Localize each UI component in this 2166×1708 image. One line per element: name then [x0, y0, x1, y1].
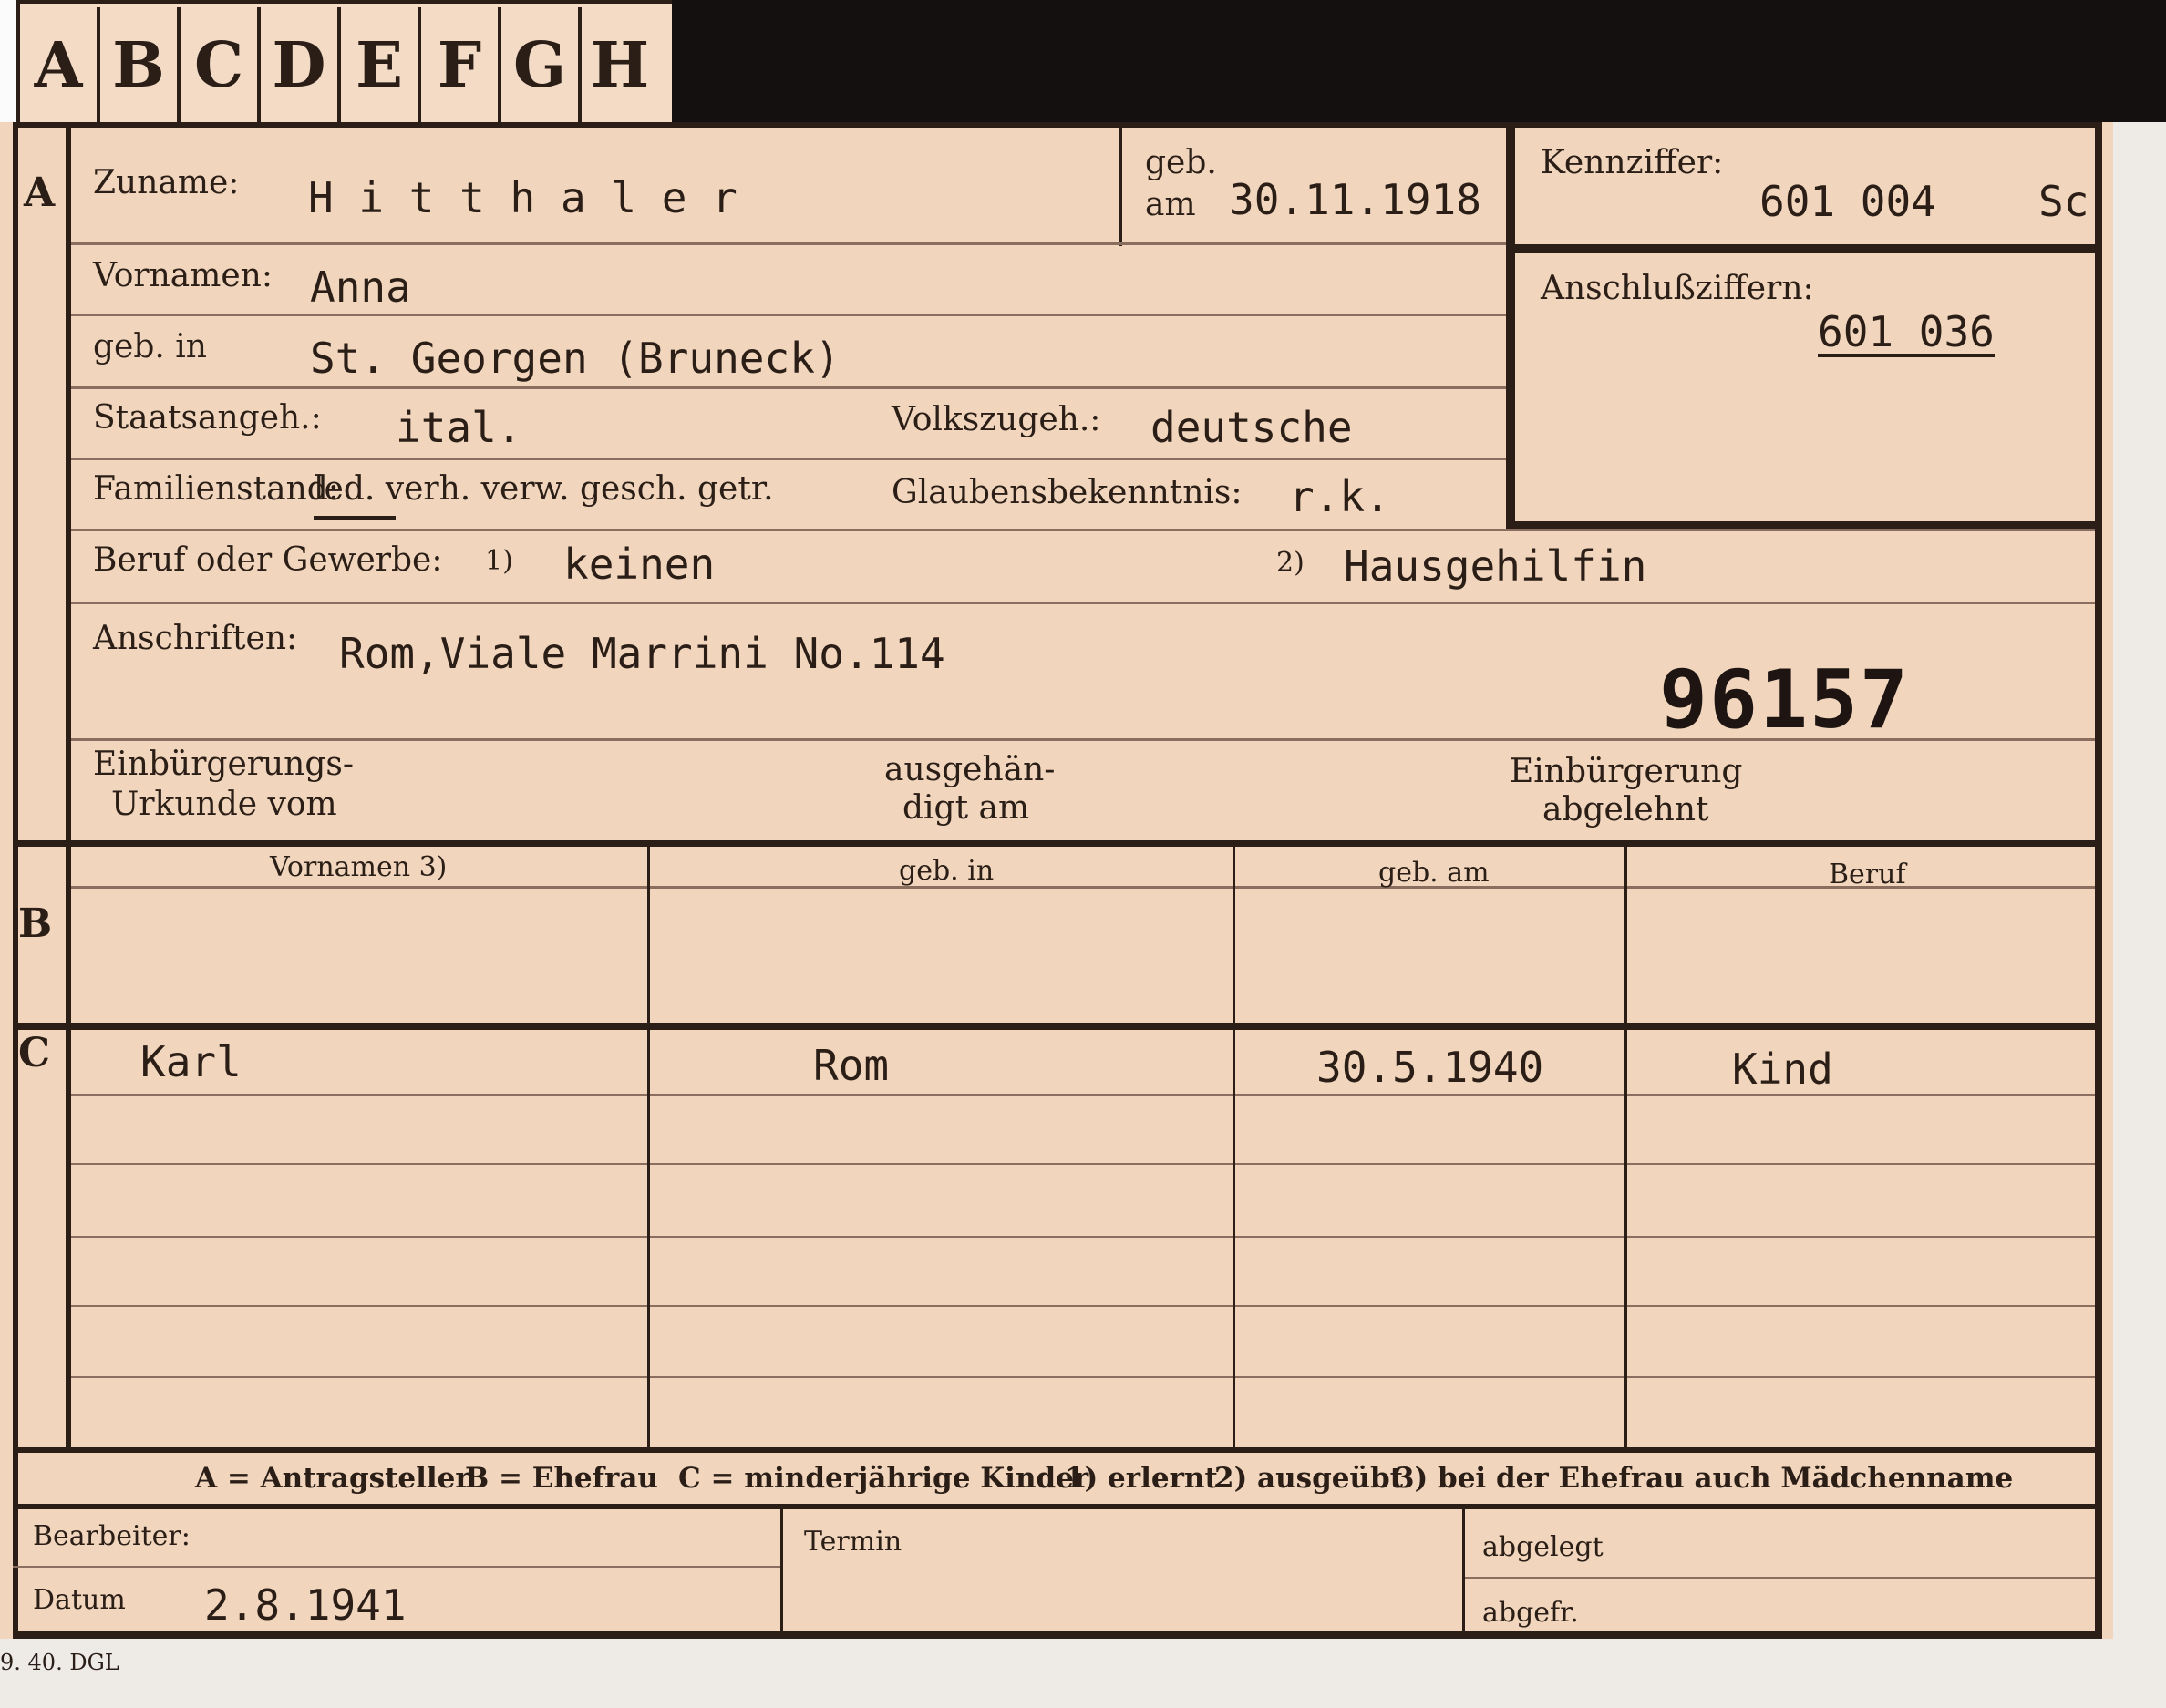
child-birth-date: 30.5.1940: [1316, 1043, 1544, 1092]
legend-note-2: 2) ausgeübt: [1214, 1462, 1404, 1495]
abgefr-label: abgefr.: [1482, 1597, 1579, 1629]
section-b-marker: B: [18, 900, 53, 947]
religion-value: r.k.: [1289, 472, 1390, 521]
tab-g[interactable]: G: [501, 7, 582, 124]
right-margin: [2113, 122, 2166, 1708]
rejected-label-2: abgelehnt: [1542, 791, 1709, 828]
first-names-label: Vornamen:: [93, 257, 273, 294]
legend-children: C = minderjährige Kinder: [678, 1462, 1089, 1495]
legend-note-3: 3) bei der Ehefrau auch Mädchenname: [1395, 1462, 2014, 1495]
col-header-first-names: Vornamen 3): [270, 851, 448, 883]
birthplace-label: geb. in: [93, 328, 207, 365]
surname-value: H i t t h a l e r: [308, 173, 737, 222]
clerk-label: Bearbeiter:: [33, 1520, 191, 1552]
birth-date-label-1: geb.: [1145, 144, 1217, 181]
section-c-marker: C: [18, 1030, 51, 1076]
tab-c[interactable]: C: [180, 7, 261, 124]
address-label: Anschriften:: [93, 620, 298, 657]
stamp-number: 96157: [1659, 653, 1910, 746]
legend-applicant: A = Antragsteller: [195, 1462, 470, 1495]
top-dark-bar: [672, 0, 2166, 122]
occupation-practiced-value: Hausgehilfin: [1344, 541, 1647, 591]
occupation-mark-1: 1): [485, 545, 513, 577]
birth-date-value: 30.11.1918: [1229, 175, 1481, 224]
section-a-marker: A: [24, 170, 56, 216]
citizenship-label: Staatsangeh.:: [93, 399, 322, 437]
tab-a[interactable]: A: [20, 7, 100, 124]
first-names-value: Anna: [310, 262, 411, 312]
legend-wife: B = Ehefrau: [465, 1462, 658, 1495]
surname-label: Zuname:: [93, 164, 240, 201]
id-value: 601 004: [1759, 177, 1936, 226]
tab-e[interactable]: E: [341, 7, 421, 124]
child-occupation: Kind: [1732, 1044, 1833, 1094]
occupation-label: Beruf oder Gewerbe:: [93, 541, 443, 579]
citizenship-value: ital.: [396, 403, 522, 452]
deadline-label: Termin: [804, 1526, 902, 1558]
handed-over-label-2: digt am: [902, 789, 1030, 827]
child-first-name: Karl: [140, 1037, 242, 1086]
birthplace-value: St. Georgen (Bruneck): [310, 334, 841, 383]
occupation-mark-2: 2): [1276, 547, 1305, 579]
marital-selected-underline: [314, 516, 396, 520]
linked-ids-label: Anschlußziffern:: [1541, 270, 1814, 307]
tab-bar: A B C D E F G H: [16, 0, 676, 126]
ethnicity-label: Volkszugeh.:: [892, 401, 1101, 438]
child-birthplace: Rom: [813, 1041, 890, 1090]
printer-code: 9. 40. DGL: [0, 1650, 119, 1675]
bottom-margin: [0, 1639, 2166, 1708]
birth-date-label-2: am: [1145, 186, 1196, 223]
legend-note-1: 1) erlernt: [1065, 1462, 1218, 1495]
tab-b[interactable]: B: [100, 7, 180, 124]
tab-d[interactable]: D: [261, 7, 341, 124]
naturalization-label-1: Einbürgerungs-: [93, 746, 355, 783]
address-value: Rom,Viale Marrini No.114: [339, 629, 945, 678]
tab-f[interactable]: F: [421, 7, 501, 124]
rejected-label-1: Einbürgerung: [1510, 753, 1743, 790]
col-header-occupation: Beruf: [1829, 859, 1906, 890]
filed-label: abgelegt: [1482, 1531, 1604, 1563]
col-header-birthplace: geb. in: [899, 855, 995, 887]
naturalization-label-2: Urkunde vom: [111, 786, 337, 823]
ethnicity-value: deutsche: [1150, 403, 1353, 452]
religion-label: Glaubensbekenntnis:: [892, 474, 1243, 511]
marital-label: Familienstand:: [93, 470, 339, 508]
date-value: 2.8.1941: [204, 1580, 407, 1630]
linked-ids-value: 601 036: [1818, 307, 1995, 357]
date-label: Datum: [33, 1584, 126, 1616]
marital-options: led. verh. verw. gesch. getr.: [314, 470, 774, 508]
col-header-birth-date: geb. am: [1378, 857, 1490, 889]
id-label: Kennziffer:: [1541, 144, 1724, 181]
handed-over-label-1: ausgehän-: [884, 751, 1056, 788]
occupation-learned-value: keinen: [563, 540, 716, 589]
tab-h[interactable]: H: [582, 7, 658, 124]
id-suffix: Sc: [2038, 177, 2089, 226]
